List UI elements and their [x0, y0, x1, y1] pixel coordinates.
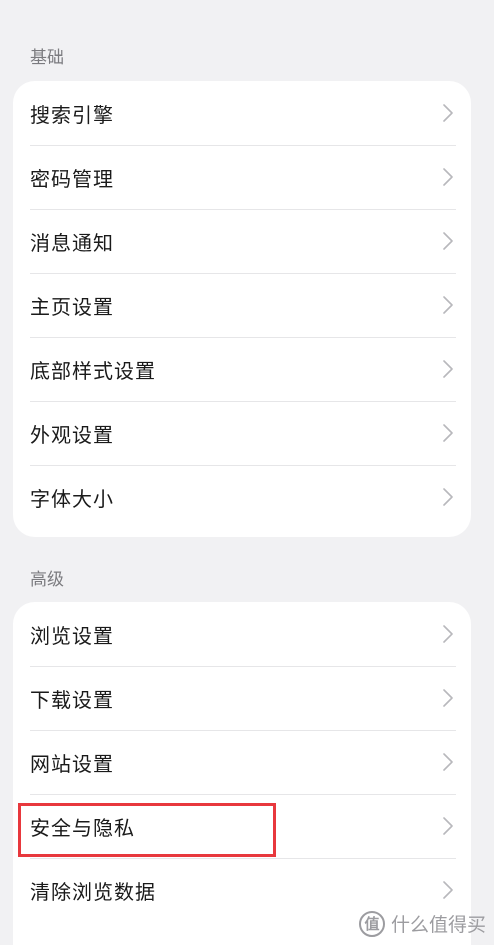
row-label: 安全与隐私 [30, 815, 135, 840]
row-appearance-settings[interactable]: 外观设置 [13, 401, 471, 465]
watermark: 值 什么值得买 [358, 910, 486, 937]
row-notifications[interactable]: 消息通知 [13, 209, 471, 273]
row-label: 密码管理 [30, 166, 114, 191]
row-homepage-settings[interactable]: 主页设置 [13, 273, 471, 337]
row-label: 搜索引擎 [30, 102, 114, 127]
row-label: 清除浏览数据 [30, 879, 156, 904]
row-browsing-settings[interactable]: 浏览设置 [13, 602, 471, 666]
row-label: 消息通知 [30, 230, 114, 255]
section-header-advanced: 高级 [30, 570, 64, 590]
watermark-text: 什么值得买 [390, 914, 486, 936]
row-label: 字体大小 [30, 486, 114, 511]
chevron-right-icon [443, 360, 453, 378]
row-download-settings[interactable]: 下载设置 [13, 666, 471, 730]
row-label: 底部样式设置 [30, 358, 156, 383]
settings-group-advanced: 浏览设置 下载设置 网站设置 安全与隐私 清除浏览数据 [13, 602, 471, 945]
chevron-right-icon [443, 689, 453, 707]
chevron-right-icon [443, 753, 453, 771]
row-label: 外观设置 [30, 422, 114, 447]
chevron-right-icon [443, 296, 453, 314]
chevron-right-icon [443, 488, 453, 506]
watermark-logo-icon: 值 [358, 910, 385, 937]
row-site-settings[interactable]: 网站设置 [13, 730, 471, 794]
row-label: 浏览设置 [30, 623, 114, 648]
row-search-engine[interactable]: 搜索引擎 [13, 81, 471, 145]
chevron-right-icon [443, 168, 453, 186]
row-label: 下载设置 [30, 687, 114, 712]
chevron-right-icon [443, 232, 453, 250]
row-security-privacy[interactable]: 安全与隐私 [13, 794, 471, 858]
chevron-right-icon [443, 625, 453, 643]
chevron-right-icon [443, 424, 453, 442]
chevron-right-icon [443, 881, 453, 899]
settings-group-basic: 搜索引擎 密码管理 消息通知 主页设置 底部样式设置 外观设置 字体大小 [13, 81, 471, 537]
chevron-right-icon [443, 104, 453, 122]
row-bottom-style-settings[interactable]: 底部样式设置 [13, 337, 471, 401]
row-password-manager[interactable]: 密码管理 [13, 145, 471, 209]
row-font-size[interactable]: 字体大小 [13, 465, 471, 529]
chevron-right-icon [443, 817, 453, 835]
row-label: 主页设置 [30, 294, 114, 319]
section-header-basic: 基础 [30, 48, 64, 68]
settings-screen: 基础 搜索引擎 密码管理 消息通知 主页设置 底部样式设置 外观设置 字体大小 [0, 0, 494, 945]
row-label: 网站设置 [30, 751, 114, 776]
